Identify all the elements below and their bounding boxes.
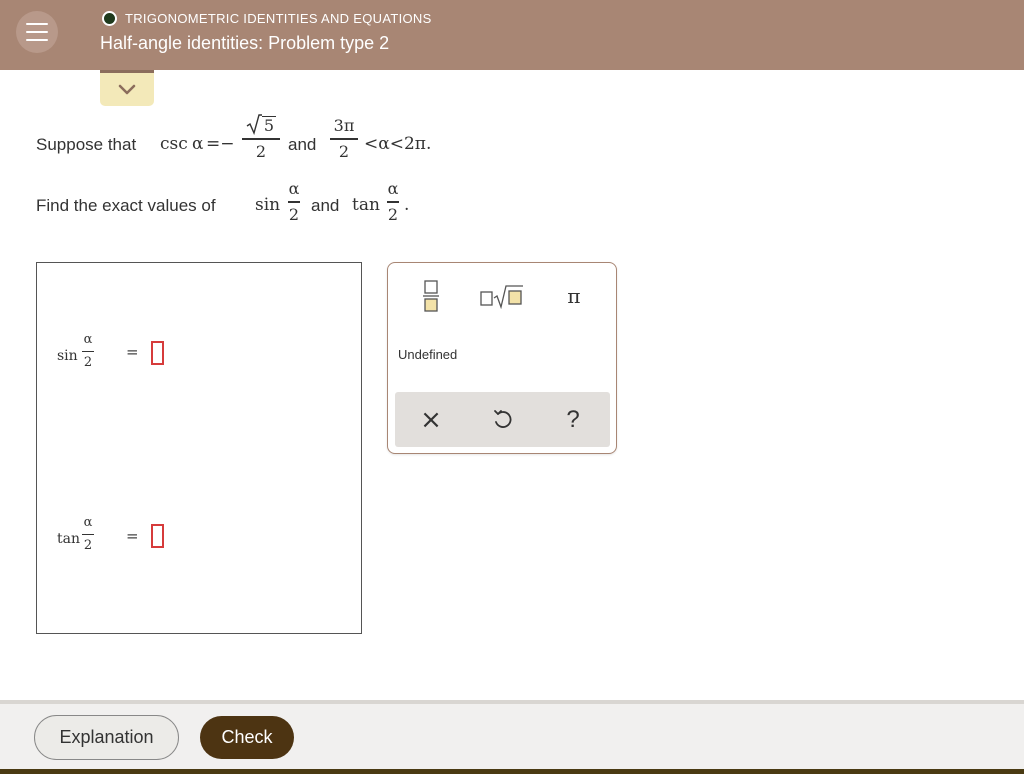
clear-button[interactable]: × (413, 402, 449, 438)
sin-label: sin (255, 195, 281, 215)
help-button[interactable]: ? (555, 402, 591, 438)
find-text: Find the exact values of (36, 196, 216, 215)
sqrt5-over-2-fraction: 5 2 (242, 113, 280, 161)
numerator: 3π (333, 116, 355, 135)
fraction-button[interactable] (416, 277, 446, 315)
topic-row: TRIGONOMETRIC IDENTITIES AND EQUATIONS (102, 11, 432, 26)
keypad-action-bar: × ? (395, 392, 610, 447)
fraction-icon (423, 280, 439, 312)
period: . (404, 195, 410, 215)
check-button[interactable]: Check (200, 716, 294, 759)
suppose-text: Suppose that (36, 135, 137, 154)
csc-label: csc (160, 134, 188, 154)
undo-icon (494, 410, 512, 428)
undefined-button[interactable]: Undefined (398, 347, 457, 362)
bottom-strip (0, 769, 1024, 774)
alpha-over-2-fraction: α 2 (387, 179, 399, 224)
denominator: 2 (338, 141, 350, 161)
sqrt-button[interactable] (478, 279, 526, 313)
header-bar: TRIGONOMETRIC IDENTITIES AND EQUATIONS H… (0, 0, 1024, 70)
radicand: 5 (261, 116, 277, 135)
page-title: Half-angle identities: Problem type 2 (100, 33, 390, 53)
three-pi-over-2-fraction: 3π 2 (330, 117, 358, 161)
menu-icon (26, 23, 48, 25)
sqrt-icon (480, 285, 523, 309)
chevron-down-icon (118, 84, 136, 94)
denominator: 2 (255, 141, 267, 161)
equals-sign: = (126, 343, 139, 361)
progress-dot-icon (102, 11, 117, 26)
and-text: and (288, 135, 317, 154)
sqrt-symbol-icon (246, 114, 262, 135)
answer-tan-label: tan (57, 531, 80, 547)
menu-button[interactable] (16, 11, 58, 53)
tan-label: tan (352, 195, 380, 215)
answer-sin-label: sin (57, 348, 78, 364)
answer-box: sin α 2 = tan α 2 = (36, 262, 362, 634)
explanation-button[interactable]: Explanation (34, 715, 179, 760)
pi-button[interactable]: π (556, 279, 592, 313)
collapse-button[interactable] (100, 70, 154, 106)
tan-answer-input[interactable] (151, 524, 164, 548)
math-keypad: π Undefined × ? (387, 262, 617, 454)
undo-button[interactable] (485, 402, 521, 438)
topic-label: TRIGONOMETRIC IDENTITIES AND EQUATIONS (125, 11, 432, 26)
equals-sign: = (126, 527, 139, 545)
alpha-over-2-fraction: α 2 (288, 179, 300, 224)
and-text: and (311, 196, 340, 215)
answer-tan-fraction: α 2 (82, 515, 94, 553)
alpha-symbol: α (192, 134, 204, 154)
inequality: <α<2π. (364, 134, 432, 154)
answer-sin-fraction: α 2 (82, 332, 94, 370)
sin-answer-input[interactable] (151, 341, 164, 365)
equals-negative: =− (206, 134, 235, 154)
